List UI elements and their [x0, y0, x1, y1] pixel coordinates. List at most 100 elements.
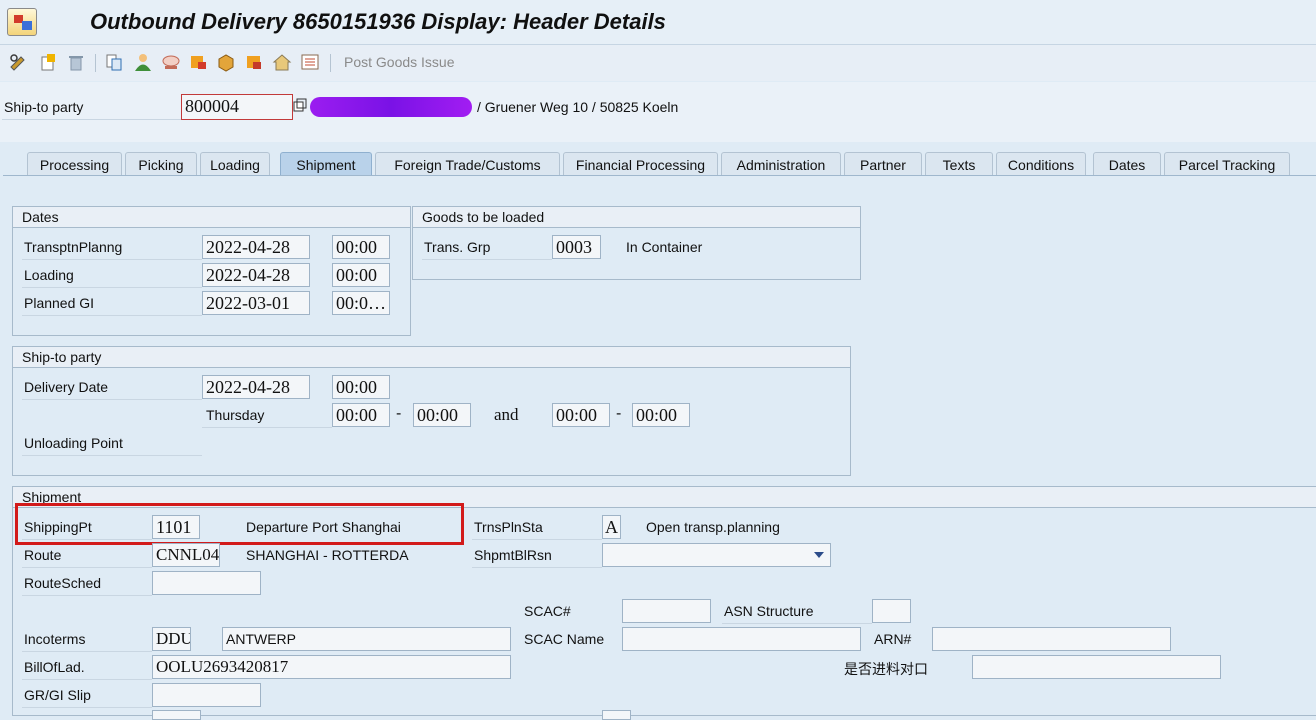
overview-icon[interactable]	[300, 52, 320, 72]
partner-icon[interactable]	[133, 52, 153, 72]
route-sched-label: RouteSched	[24, 575, 102, 591]
tab-administration[interactable]: Administration	[721, 152, 841, 176]
label-underline	[22, 287, 202, 288]
delete-icon[interactable]	[66, 52, 86, 72]
toolbar-separator	[330, 54, 331, 72]
route-description: SHANGHAI - ROTTERDA	[246, 547, 409, 563]
time-window-dash-2: -	[616, 405, 622, 422]
planned-gi-time[interactable]: 00:0…	[332, 291, 390, 315]
label-underline	[22, 567, 152, 568]
goods-group-title: Goods to be loaded	[413, 207, 860, 228]
time-window-from-1[interactable]: 00:00	[332, 403, 390, 427]
label-underline	[22, 259, 202, 260]
incoterms-label: Incoterms	[24, 631, 86, 647]
unloading-point-label: Unloading Point	[24, 435, 123, 451]
label-underline	[472, 539, 602, 540]
tab-shipment[interactable]: Shipment	[280, 152, 372, 176]
window-title: Outbound Delivery 8650151936 Display: He…	[90, 9, 666, 34]
home-icon[interactable]	[272, 52, 292, 72]
ship-to-party-label: Ship-to party	[4, 99, 84, 115]
trnspln-sta-label: TrnsPlnSta	[474, 519, 543, 535]
delivery-time-field[interactable]: 00:00	[332, 375, 390, 399]
tab-processing[interactable]: Processing	[27, 152, 122, 176]
copy-icon[interactable]	[104, 52, 124, 72]
time-window-to-1[interactable]: 00:00	[413, 403, 471, 427]
tab-loading[interactable]: Loading	[200, 152, 270, 176]
time-window-from-2[interactable]: 00:00	[552, 403, 610, 427]
tab-financial-processing[interactable]: Financial Processing	[563, 152, 718, 176]
copy-field-icon[interactable]	[292, 98, 308, 114]
ship-to-address: / Gruener Weg 10 / 50825 Koeln	[477, 99, 679, 115]
planned-gi-date[interactable]: 2022-03-01	[202, 291, 310, 315]
gr-gi-slip-label: GR/GI Slip	[24, 687, 91, 703]
label-underline	[22, 651, 152, 652]
scac-name-label: SCAC Name	[524, 631, 605, 647]
time-window-dash-1: -	[396, 405, 402, 422]
tab-partner[interactable]: Partner	[844, 152, 922, 176]
label-underline	[202, 427, 332, 428]
incoterms-field[interactable]: DDU	[152, 627, 191, 651]
redacted-name	[310, 97, 472, 117]
label-underline	[22, 679, 152, 680]
shpmt-bl-rsn-dropdown[interactable]	[602, 543, 831, 567]
gr-gi-slip-field[interactable]	[152, 683, 261, 707]
tab-dates[interactable]: Dates	[1093, 152, 1161, 176]
message-icon[interactable]	[161, 52, 181, 72]
planned-gi-label: Planned GI	[24, 295, 95, 311]
box-icon[interactable]	[188, 52, 208, 72]
post-goods-issue-button[interactable]: Post Goods Issue	[344, 54, 455, 70]
route-label: Route	[24, 547, 62, 563]
tab-foreign-trade-customs[interactable]: Foreign Trade/Customs	[375, 152, 560, 176]
chinese-field[interactable]	[972, 655, 1221, 679]
arn-field[interactable]	[932, 627, 1171, 651]
partial-field[interactable]	[152, 710, 201, 720]
ship-to-party-field[interactable]: 800004	[181, 94, 293, 120]
time-window-to-2[interactable]: 00:00	[632, 403, 690, 427]
transptn-planng-time[interactable]: 00:00	[332, 235, 390, 259]
trans-grp-label: Trans. Grp	[424, 239, 491, 255]
partial-field[interactable]	[602, 710, 631, 720]
delivery-date-field[interactable]: 2022-04-28	[202, 375, 310, 399]
sap-menu-icon[interactable]	[7, 8, 37, 36]
delivery-date-label: Delivery Date	[24, 379, 109, 395]
bill-of-lading-label: BillOfLad.	[24, 659, 85, 675]
tab-picking[interactable]: Picking	[125, 152, 197, 176]
tab-conditions[interactable]: Conditions	[996, 152, 1086, 176]
incoterms-location-field[interactable]: ANTWERP	[222, 627, 511, 651]
chevron-down-icon[interactable]	[814, 552, 824, 558]
label-underline	[22, 315, 202, 316]
label-underline	[2, 119, 182, 120]
display-change-icon[interactable]	[8, 52, 28, 72]
loading-date[interactable]: 2022-04-28	[202, 263, 310, 287]
asn-structure-label: ASN Structure	[724, 603, 814, 619]
loading-time[interactable]: 00:00	[332, 263, 390, 287]
and-text: and	[494, 405, 519, 424]
create-icon[interactable]	[38, 52, 58, 72]
scac-name-field[interactable]	[622, 627, 861, 651]
label-underline	[722, 623, 872, 624]
label-underline	[22, 455, 202, 456]
ship-to-group-title: Ship-to party	[13, 347, 850, 368]
pack-icon[interactable]	[216, 52, 236, 72]
trnspln-sta-field[interactable]: A	[602, 515, 621, 539]
dates-group-title: Dates	[13, 207, 410, 228]
scac-label: SCAC#	[524, 603, 571, 619]
toolbar-separator	[95, 54, 96, 72]
bill-of-lading-field[interactable]: OOLU2693420817	[152, 655, 511, 679]
warehouse-icon[interactable]	[244, 52, 264, 72]
route-field[interactable]: CNNL04	[152, 543, 220, 567]
highlight-box	[15, 503, 464, 545]
label-underline	[22, 399, 202, 400]
route-sched-field[interactable]	[152, 571, 261, 595]
tab-texts[interactable]: Texts	[925, 152, 993, 176]
transptn-planng-date[interactable]: 2022-04-28	[202, 235, 310, 259]
scac-field[interactable]	[622, 599, 711, 623]
asn-structure-field[interactable]	[872, 599, 911, 623]
arn-label: ARN#	[874, 631, 912, 647]
label-underline	[422, 259, 552, 260]
loading-date-label: Loading	[24, 267, 74, 283]
label-underline	[472, 567, 602, 568]
tab-parcel-tracking[interactable]: Parcel Tracking	[1164, 152, 1290, 176]
trans-grp-field[interactable]: 0003	[552, 235, 601, 259]
label-underline	[22, 595, 152, 596]
